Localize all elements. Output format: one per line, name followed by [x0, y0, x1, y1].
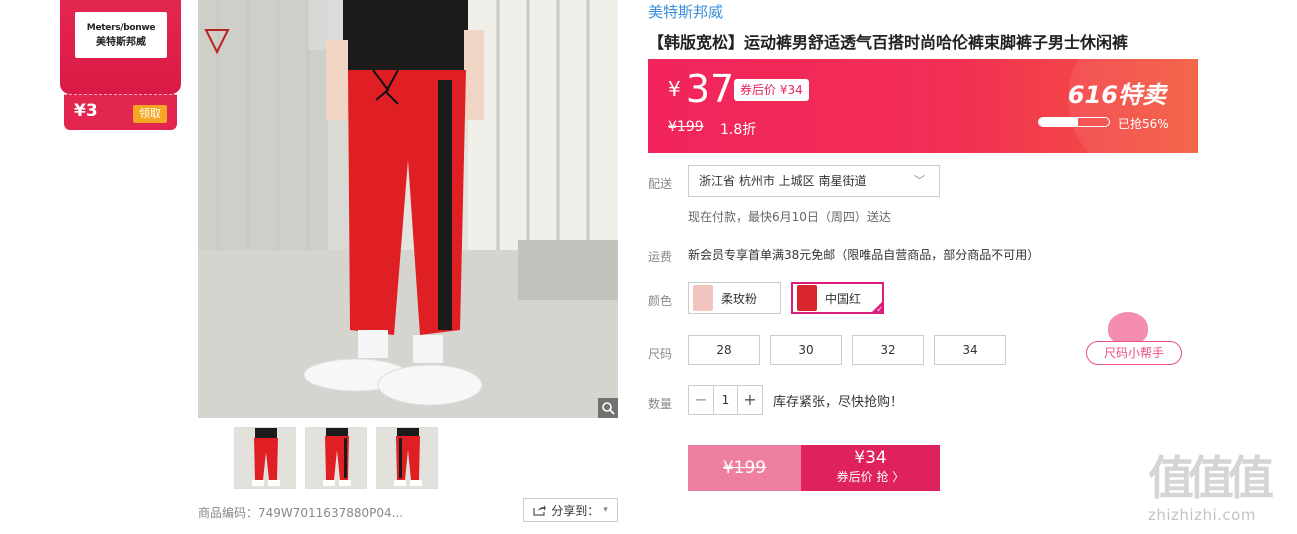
thumbnail-1[interactable]: [234, 427, 296, 489]
coupon-top: Meters/bonwe 美特斯邦威: [60, 0, 181, 94]
size-helper[interactable]: 尺码小帮手: [1086, 312, 1184, 366]
thumbnail-image: [306, 428, 366, 488]
price-banner: ¥ 37 券后价 ¥34 ¥199 1.8折 616特卖 已抢56%: [648, 59, 1198, 153]
shipping-estimate: 现在付款，最快6月10日（周四）送达: [688, 210, 891, 224]
brand-coupon-card[interactable]: Meters/bonwe 美特斯邦威 ¥3 领取: [60, 0, 181, 130]
address-value: 浙江省 杭州市 上城区 南星街道: [699, 174, 867, 188]
watermark-url: zhizhizhi.com: [1148, 506, 1256, 524]
size-option-30[interactable]: 30: [770, 335, 842, 365]
buy-coupon-action: 券后价 抢 〉: [836, 470, 905, 484]
stock-note: 库存紧张，尽快抢购！: [773, 395, 904, 410]
address-selector[interactable]: 浙江省 杭州市 上城区 南星街道 ﹀: [688, 165, 940, 197]
thumbnail-image: [377, 428, 437, 488]
sold-progress-fill: [1039, 118, 1079, 126]
current-price: ¥ 37: [668, 67, 734, 111]
color-label: 颜色: [648, 294, 673, 308]
buy-original-price-button[interactable]: ¥199: [688, 445, 801, 491]
share-label: 分享到：: [551, 503, 600, 518]
size-option-32[interactable]: 32: [852, 335, 924, 365]
increase-button[interactable]: +: [738, 386, 762, 414]
color-option-label: 柔玫粉: [721, 291, 758, 306]
product-main-image[interactable]: [198, 0, 618, 418]
delivery-label: 配送: [648, 177, 673, 191]
quantity-label: 数量: [648, 397, 673, 411]
coupon-bottom: ¥3 领取: [64, 94, 177, 130]
watermark-logo: 值值值: [1148, 451, 1274, 505]
color-option-pink[interactable]: 柔玫粉: [688, 282, 781, 314]
color-swatch-red: [797, 285, 817, 311]
selected-check-icon: ✓: [870, 300, 884, 314]
quantity-input[interactable]: 1: [713, 386, 738, 414]
original-price: ¥199: [668, 119, 704, 135]
coupon-amount: ¥3: [74, 101, 98, 121]
thumbnail-2[interactable]: [305, 427, 367, 489]
size-helper-button[interactable]: 尺码小帮手: [1086, 341, 1182, 365]
brand-logo: Meters/bonwe 美特斯邦威: [75, 12, 167, 58]
coupon-claim-button[interactable]: 领取: [133, 105, 167, 123]
thumbnail-3[interactable]: [376, 427, 438, 489]
sold-progress-text: 已抢56%: [1118, 117, 1169, 131]
currency-symbol: ¥: [668, 77, 681, 101]
brand-logo-cn: 美特斯邦威: [96, 36, 146, 48]
product-title: 【韩版宽松】运动裤男舒适透气百搭时尚哈伦裤束脚裤子男士休闲裤: [648, 33, 1129, 52]
thumbnail-strip: [234, 427, 438, 489]
brand-link[interactable]: 美特斯邦威: [648, 1, 723, 22]
sale-event-name: 616特卖: [1067, 81, 1166, 109]
decrease-button[interactable]: −: [689, 386, 713, 414]
share-button[interactable]: 分享到： ▾: [523, 498, 618, 522]
buy-coupon-button[interactable]: ¥34 券后价 抢 〉: [801, 445, 940, 491]
share-icon: [533, 505, 547, 516]
sku-code: 商品编码：749W7011637880P04...: [198, 506, 404, 520]
mascot-icon: [1108, 312, 1148, 344]
size-option-34[interactable]: 34: [934, 335, 1006, 365]
size-option-28[interactable]: 28: [688, 335, 760, 365]
magnifier-icon: [602, 402, 615, 415]
color-option-label: 中国红: [825, 291, 862, 306]
chevron-down-icon: ▾: [603, 505, 608, 515]
chevron-down-icon: ﹀: [914, 174, 925, 187]
color-option-red[interactable]: 中国红 ✓: [791, 282, 884, 314]
price-value: 37: [685, 67, 735, 111]
size-label: 尺码: [648, 347, 673, 361]
zoom-button[interactable]: [598, 398, 618, 418]
freight-text: 新会员专享首单满38元免邮（限唯品自营商品，部分商品不可用）: [688, 248, 1040, 262]
watermark: 值值值 zhizhizhi.com: [1148, 452, 1294, 524]
brand-logo-en: Meters/bonwe: [86, 22, 156, 33]
sold-progress-bar: [1038, 117, 1110, 127]
freight-label: 运费: [648, 250, 673, 264]
buy-coupon-price: ¥34: [854, 448, 887, 468]
color-swatch-pink: [693, 285, 713, 311]
discount-rate: 1.8折: [720, 122, 757, 138]
quantity-stepper: − 1 +: [688, 385, 763, 415]
buy-button-group: ¥199 ¥34 券后价 抢 〉: [688, 445, 940, 491]
thumbnail-image: [235, 428, 295, 488]
after-coupon-price: 券后价 ¥34: [734, 79, 809, 101]
product-photo: [198, 0, 618, 418]
